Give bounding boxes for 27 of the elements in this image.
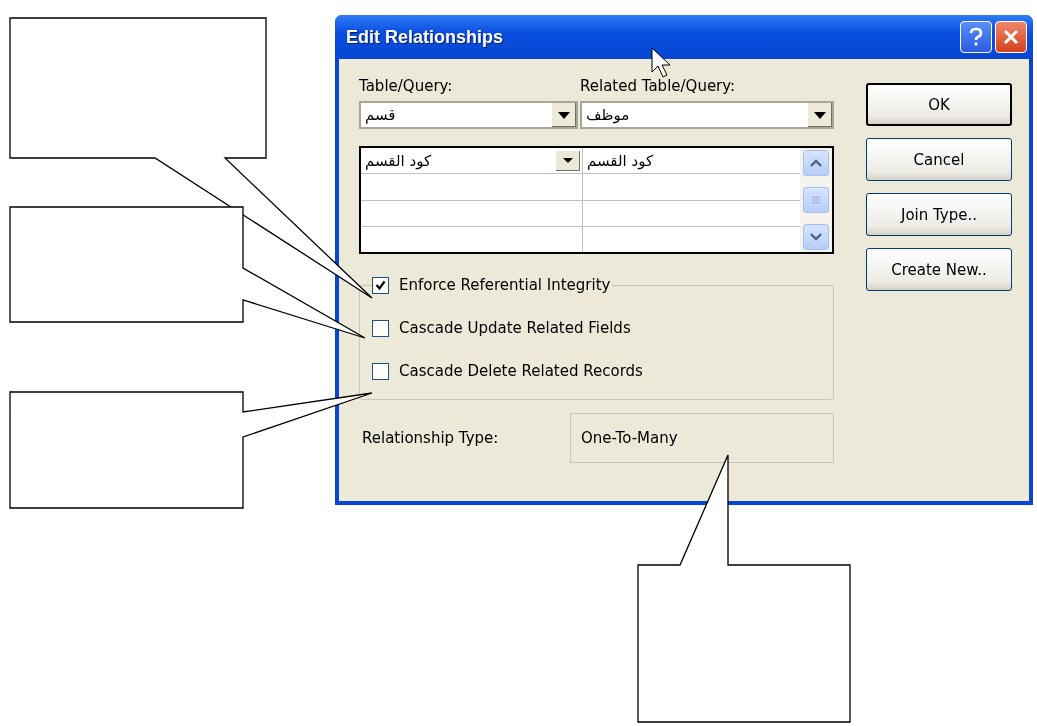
table-dropdown[interactable]: قسم <box>359 101 578 129</box>
checkbox-label: Cascade Delete Related Records <box>399 362 643 380</box>
help-button[interactable] <box>960 21 992 53</box>
window-title: Edit Relationships <box>346 26 504 48</box>
checkbox-label: Cascade Update Related Fields <box>399 319 631 337</box>
dialog-button[interactable]: OK <box>866 83 1012 126</box>
scrollbar-thumb[interactable] <box>803 187 829 213</box>
checkbox[interactable] <box>372 362 389 380</box>
dialog-button[interactable]: Join Type.. <box>866 193 1012 236</box>
scroll-down-button[interactable] <box>803 224 829 250</box>
dialog-button[interactable]: Create New.. <box>866 248 1012 291</box>
relationship-type-value: One-To-Many <box>570 413 834 463</box>
relationship-type-label: Relationship Type: <box>361 429 500 447</box>
help-icon <box>967 27 985 47</box>
close-button[interactable] <box>995 21 1027 53</box>
scroll-up-button[interactable] <box>803 150 829 176</box>
field-cell[interactable]: كود القسم <box>361 148 583 174</box>
checkbox[interactable] <box>372 319 389 337</box>
table-query-label: Table/Query: <box>359 77 454 95</box>
field-cell[interactable]: كود القسم <box>583 148 800 174</box>
mouse-cursor-icon <box>651 47 671 78</box>
related-table-dropdown[interactable]: موظف <box>580 101 834 129</box>
close-icon <box>1002 28 1020 46</box>
related-table-label: Related Table/Query: <box>580 77 737 95</box>
dialog-button[interactable]: Cancel <box>866 138 1012 181</box>
checkbox[interactable] <box>372 276 389 294</box>
checkbox-label: Enforce Referential Integrity <box>399 276 611 294</box>
